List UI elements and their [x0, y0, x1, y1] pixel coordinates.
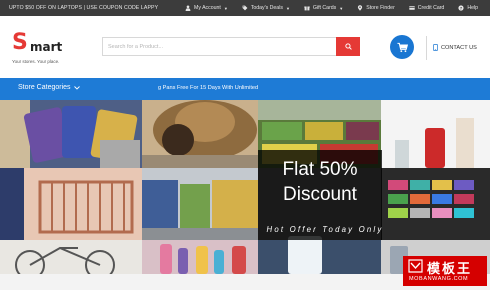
promo-ticker: g Pans Free For 15 Days With Unlimited	[158, 85, 259, 91]
gift-icon	[304, 6, 310, 11]
promo-text: UPTO $50 OFF ON LAPTOPS | USE COUPON COD…	[9, 5, 159, 11]
cart-button[interactable]	[390, 35, 414, 59]
user-icon	[185, 5, 191, 11]
search-bar	[102, 37, 360, 56]
watermark-text-cn: 模板王	[427, 261, 473, 276]
store-finder-link[interactable]: Store Finder	[357, 5, 395, 11]
headline-line1: Flat 50%	[282, 159, 358, 180]
logo-wordmark: mart	[30, 40, 63, 54]
my-account-link[interactable]: My Account ▼	[185, 5, 228, 11]
store-categories-dropdown[interactable]: Store Categories	[18, 84, 80, 91]
credit-card-icon	[409, 6, 415, 10]
search-button[interactable]	[336, 37, 360, 56]
promo-headline: Flat 50% Discount	[258, 157, 382, 207]
todays-deals-link[interactable]: Today's Deals ▼	[242, 5, 290, 11]
store-categories-label: Store Categories	[18, 84, 71, 91]
logo-tagline: Your stores. Your place.	[12, 59, 60, 64]
contact-us-link[interactable]: CONTACT US	[433, 44, 477, 51]
credit-card-label: Credit Card	[417, 5, 445, 11]
phone-icon	[433, 44, 438, 51]
help-icon: ?	[458, 5, 464, 11]
chevron-down-icon	[73, 85, 80, 90]
offer-text: Hot Offer Today Only	[266, 225, 384, 234]
top-links: My Account ▼ Today's Deals ▼ Gift Cards …	[185, 0, 478, 16]
caret-down-icon: ▼	[339, 5, 344, 11]
todays-deals-label: Today's Deals	[250, 5, 283, 11]
hero-banner[interactable]	[0, 100, 490, 274]
logo-initial: S	[12, 30, 28, 55]
header-divider	[426, 36, 427, 60]
store-finder-label: Store Finder	[366, 5, 395, 11]
my-account-label: My Account	[194, 5, 221, 11]
search-icon	[344, 43, 352, 50]
svg-text:?: ?	[460, 5, 462, 10]
caret-down-icon: ▼	[285, 5, 290, 11]
banner-collage-image	[0, 100, 490, 274]
caret-down-icon: ▼	[223, 5, 228, 11]
watermark-logo-icon	[408, 259, 423, 273]
watermark-text-en: MOBANWANG.COM	[409, 276, 469, 282]
map-marker-icon	[358, 5, 363, 11]
tag-icon	[242, 5, 248, 11]
shopping-cart-icon	[396, 42, 408, 52]
headline-line2: Discount	[283, 184, 357, 205]
help-label: Help	[467, 5, 478, 11]
gift-cards-label: Gift Cards	[312, 5, 337, 11]
credit-card-link[interactable]: Credit Card	[409, 5, 445, 11]
top-bar: UPTO $50 OFF ON LAPTOPS | USE COUPON COD…	[0, 0, 490, 16]
watermark: 模板王 MOBANWANG.COM	[403, 256, 487, 286]
main-nav: Store Categories g Pans Free For 15 Days…	[0, 78, 490, 100]
search-input[interactable]	[103, 38, 338, 55]
help-link[interactable]: ? Help	[458, 5, 478, 11]
gift-cards-link[interactable]: Gift Cards ▼	[304, 5, 343, 11]
contact-us-label: CONTACT US	[441, 44, 477, 51]
